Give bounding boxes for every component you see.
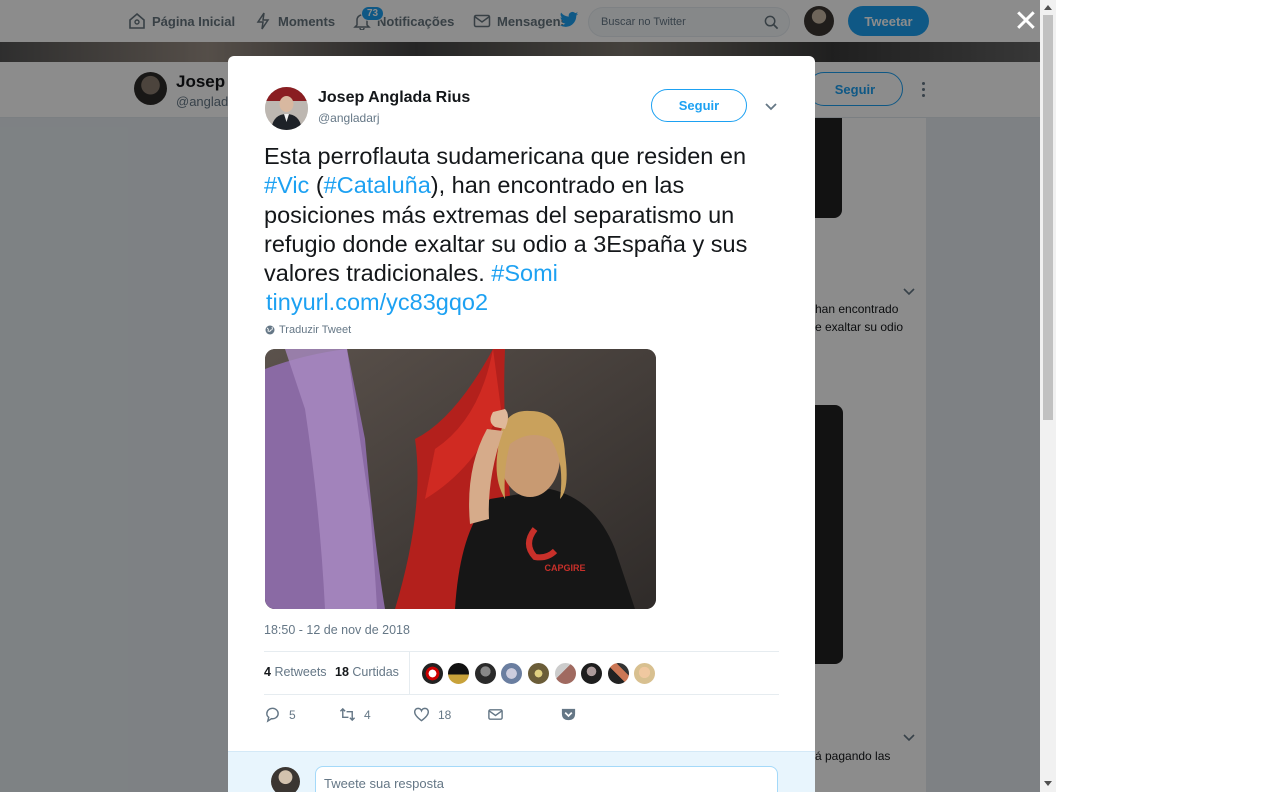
pocket-icon — [561, 708, 576, 721]
liker-avatar[interactable] — [474, 662, 497, 685]
retweets-count: 4 — [264, 665, 271, 679]
like-button[interactable]: 18 — [413, 706, 451, 723]
follow-button[interactable]: Seguir — [651, 89, 747, 122]
close-icon[interactable]: ✕ — [1012, 7, 1040, 37]
heart-icon — [413, 707, 430, 722]
liker-avatar[interactable] — [500, 662, 523, 685]
tweet-text-segment: Esta perroflauta sudamericana que reside… — [264, 143, 747, 169]
hashtag-link[interactable]: #Vic — [264, 172, 309, 198]
author-name[interactable]: Josep Anglada Rius — [318, 89, 470, 107]
reply-button[interactable]: 5 — [264, 706, 296, 723]
retweet-icon — [339, 707, 356, 722]
direct-message-button[interactable] — [487, 706, 504, 723]
tweet-text: Esta perroflauta sudamericana que reside… — [264, 142, 784, 318]
translate-label: Traduzir Tweet — [279, 324, 352, 336]
scroll-up-arrow[interactable] — [1044, 5, 1052, 10]
reply-input[interactable]: Tweete sua resposta — [315, 766, 778, 792]
scroll-down-arrow[interactable] — [1044, 781, 1052, 786]
page-scrollbar[interactable] — [1040, 0, 1056, 792]
author-handle[interactable]: @angladarj — [318, 111, 380, 125]
like-count: 18 — [438, 707, 452, 722]
retweets-stat[interactable]: 4 Retweets — [264, 665, 327, 679]
liker-avatar[interactable] — [421, 662, 444, 685]
reply-count: 5 — [289, 707, 296, 722]
tweet-photo[interactable]: CAPGIRE — [265, 349, 656, 609]
scroll-thumb[interactable] — [1043, 15, 1053, 420]
liker-avatar[interactable] — [607, 662, 630, 685]
hashtag-link[interactable]: #Somi — [491, 260, 558, 286]
tweet-stats: 4 Retweets 18 Curtidas — [264, 651, 779, 695]
envelope-icon — [488, 709, 503, 720]
pocket-button[interactable] — [560, 706, 577, 723]
likes-count: 18 — [335, 665, 349, 679]
liker-avatar[interactable] — [527, 662, 550, 685]
url-link[interactable]: tinyurl.com/yc83gqo2 — [266, 289, 488, 315]
reply-avatar — [271, 767, 300, 792]
liker-avatar[interactable] — [580, 662, 603, 685]
stats-divider — [409, 652, 410, 695]
reply-composer: Tweete sua resposta — [228, 751, 815, 792]
retweet-button[interactable]: 4 — [339, 706, 371, 723]
likes-stat[interactable]: 18 Curtidas — [335, 665, 399, 679]
translate-tweet-link[interactable]: Traduzir Tweet — [265, 324, 351, 336]
chevron-down-icon[interactable] — [764, 100, 778, 114]
globe-icon — [265, 325, 275, 335]
tweet-text-segment: ( — [309, 172, 324, 199]
tweet-modal: Josep Anglada Rius @angladarj Seguir Est… — [228, 56, 815, 792]
likes-label: Curtidas — [352, 665, 399, 679]
liker-avatar[interactable] — [447, 662, 470, 685]
author-avatar[interactable] — [265, 87, 308, 130]
retweet-count: 4 — [364, 707, 371, 722]
hashtag-link[interactable]: #Cataluña — [324, 172, 431, 198]
liker-avatar[interactable] — [554, 662, 577, 685]
shirt-text: CAPGIRE — [544, 563, 585, 573]
retweets-label: Retweets — [274, 665, 327, 679]
tweet-actions: 5 4 18 — [264, 704, 779, 726]
liker-avatar[interactable] — [633, 662, 656, 685]
reply-icon — [266, 707, 279, 723]
tweet-timestamp[interactable]: 18:50 - 12 de nov de 2018 — [264, 623, 410, 637]
